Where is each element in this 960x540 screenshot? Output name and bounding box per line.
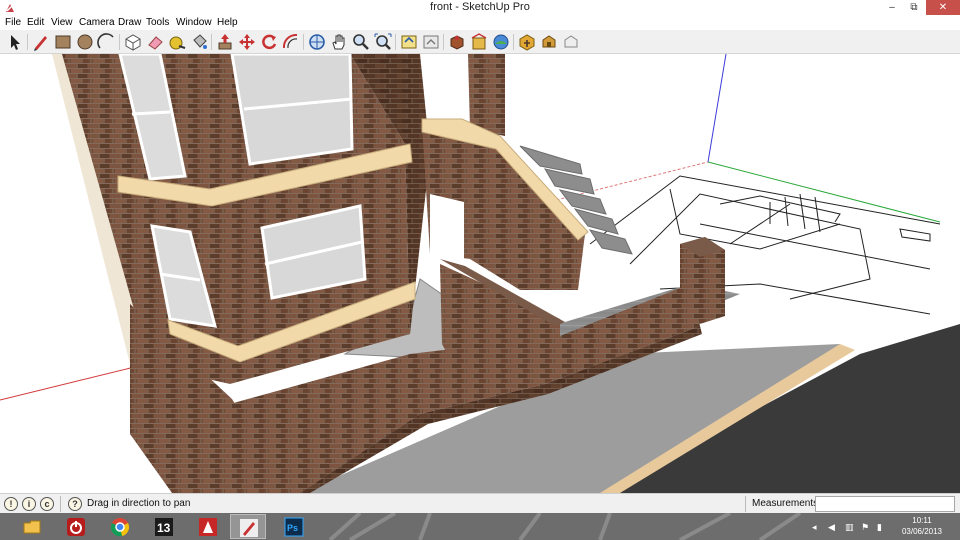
circle-icon[interactable]	[75, 32, 95, 52]
credits-icon[interactable]: i	[22, 497, 36, 511]
geo-location-icon[interactable]: !	[4, 497, 18, 511]
file-explorer-icon[interactable]	[14, 514, 50, 539]
rectangle-icon[interactable]	[53, 32, 73, 52]
window-title: front - SketchUp Pro	[430, 1, 530, 13]
extension-warehouse-icon[interactable]	[517, 32, 537, 52]
volume-icon[interactable]: ◀	[828, 522, 835, 533]
photoshop-label: Ps	[287, 523, 298, 533]
menu-edit[interactable]: Edit	[27, 17, 44, 28]
paint-bucket-icon[interactable]	[189, 32, 209, 52]
model-viewport[interactable]	[0, 54, 960, 493]
component-browser-icon[interactable]	[447, 32, 467, 52]
close-button[interactable]: ✕	[926, 0, 960, 15]
flag-icon[interactable]: ⚑	[861, 522, 869, 533]
minimize-button[interactable]: ‒	[882, 0, 902, 15]
pan-hand-icon[interactable]	[329, 32, 349, 52]
app-13-label: 13	[157, 521, 171, 535]
menu-tools[interactable]: Tools	[146, 17, 169, 28]
clock-time: 10:11	[912, 516, 932, 525]
menu-draw[interactable]: Draw	[118, 17, 141, 28]
instructor-help-icon[interactable]: ?	[68, 497, 82, 511]
signal-icon[interactable]: ▮	[877, 522, 882, 533]
power-icon[interactable]	[58, 514, 94, 539]
photoshop-icon[interactable]: Ps	[276, 514, 312, 539]
status-hint: Drag in direction to pan	[87, 498, 191, 509]
menu-help[interactable]: Help	[217, 17, 238, 28]
chrome-icon[interactable]	[102, 514, 138, 539]
copyright-icon[interactable]: c	[40, 497, 54, 511]
share-model-icon[interactable]	[421, 32, 441, 52]
measurements-input[interactable]	[815, 496, 955, 512]
measurements-label: Measurements	[752, 498, 819, 509]
app-13-icon[interactable]: 13	[146, 514, 182, 539]
sketchup-icon[interactable]	[230, 514, 266, 539]
pencil-line-icon[interactable]	[31, 32, 51, 52]
building-maker-icon[interactable]	[469, 32, 489, 52]
select-icon[interactable]	[5, 32, 25, 52]
taskbar: 13 Ps ◂ ◀ ▥ ⚑ ▮ 10:11 03/06/2013	[0, 513, 960, 540]
autocad-icon[interactable]	[190, 514, 226, 539]
make-component-icon[interactable]	[123, 32, 143, 52]
clock-date: 03/06/2013	[901, 527, 943, 536]
offset-icon[interactable]	[281, 32, 301, 52]
menu-bar: File Edit View Camera Draw Tools Window …	[0, 16, 960, 30]
menu-window[interactable]: Window	[176, 17, 212, 28]
main-toolbar	[0, 30, 960, 54]
photo-textures-icon[interactable]	[491, 32, 511, 52]
network-icon[interactable]: ▥	[845, 522, 854, 533]
tray-arrow-icon[interactable]: ◂	[812, 522, 817, 533]
menu-file[interactable]: File	[5, 17, 21, 28]
get-models-icon[interactable]	[399, 32, 419, 52]
push-pull-icon[interactable]	[215, 32, 235, 52]
move-icon[interactable]	[237, 32, 257, 52]
zoom-extents-icon[interactable]	[373, 32, 393, 52]
arc-icon[interactable]	[97, 32, 117, 52]
clock[interactable]: 10:11 03/06/2013	[896, 515, 948, 537]
tape-measure-icon[interactable]	[167, 32, 187, 52]
orbit-icon[interactable]	[307, 32, 327, 52]
preview-model-icon[interactable]	[539, 32, 559, 52]
menu-view[interactable]: View	[51, 17, 73, 28]
maximize-button[interactable]: ⧉	[904, 0, 924, 15]
eraser-icon[interactable]	[145, 32, 165, 52]
share-component-icon[interactable]	[561, 32, 581, 52]
rotate-icon[interactable]	[259, 32, 279, 52]
status-bar: ! i c ? Drag in direction to pan Measure…	[0, 493, 960, 513]
title-bar: front - SketchUp Pro ‒ ⧉ ✕	[0, 0, 960, 16]
zoom-icon[interactable]	[351, 32, 371, 52]
menu-camera[interactable]: Camera	[79, 17, 115, 28]
